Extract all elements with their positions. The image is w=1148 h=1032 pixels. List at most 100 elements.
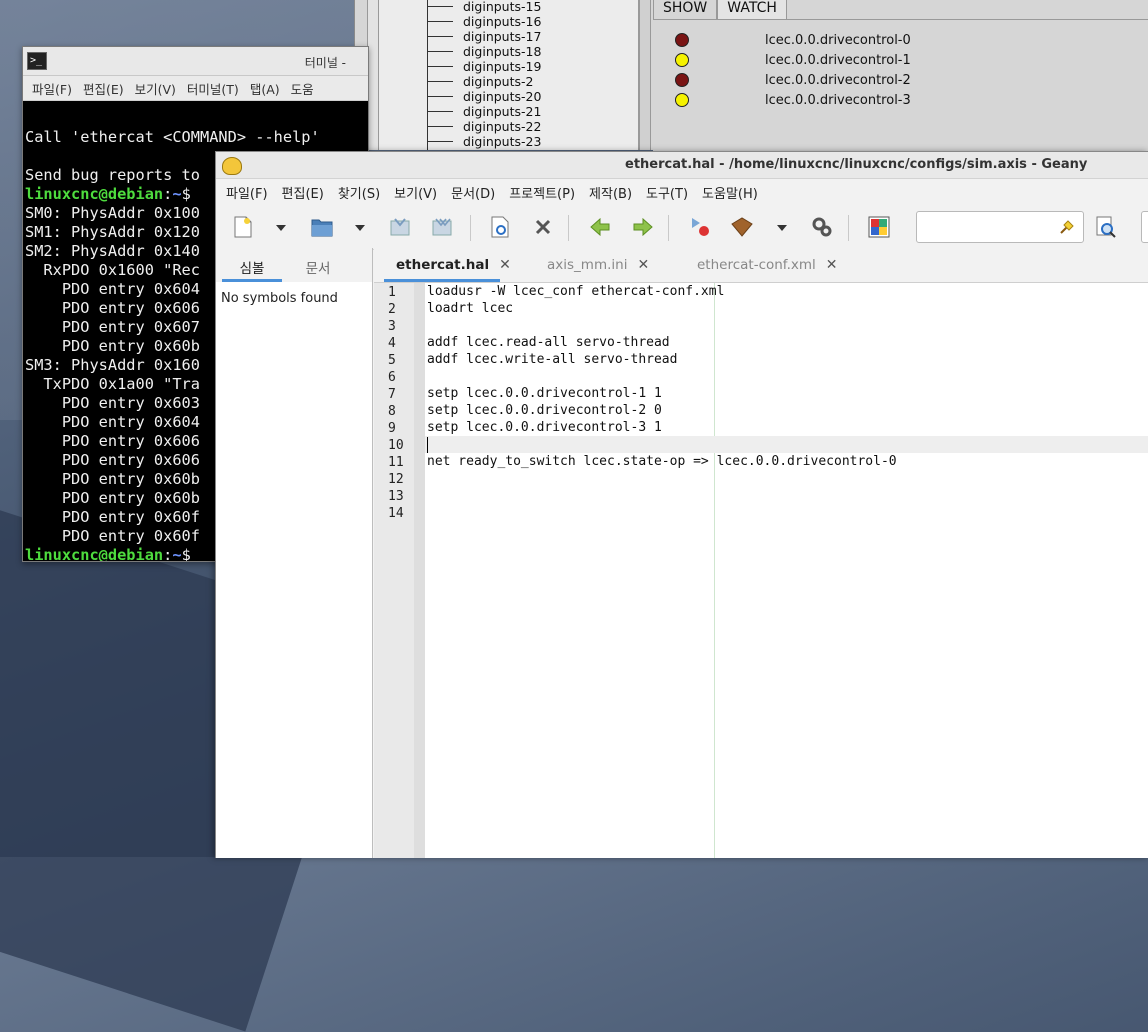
- save-all-icon[interactable]: [430, 216, 454, 238]
- menu-terminal[interactable]: 터미널(T): [187, 79, 239, 98]
- close-tab-icon[interactable]: ✕: [499, 257, 511, 273]
- tree-item[interactable]: diginputs-21: [427, 104, 541, 119]
- halshow-window: diginputs-15 diginputs-16 diginputs-17 digi…: [354, 0, 1148, 151]
- geany-menubar: 파일(F) 편집(E) 찾기(S) 보기(V) 문서(D) 프로젝트(P) 제작…: [216, 179, 1148, 205]
- tree-item[interactable]: diginputs-15: [427, 0, 541, 14]
- long-line-marker: [714, 283, 715, 858]
- code-line: addf lcec.write-all servo-thread: [427, 352, 678, 367]
- find-icon[interactable]: [1094, 216, 1118, 238]
- pane-splitter[interactable]: [639, 0, 651, 150]
- toolbar-separator: [568, 215, 569, 241]
- tree-branch-line: [427, 126, 453, 127]
- menu-project[interactable]: 프로젝트(P): [509, 183, 575, 202]
- menu-help[interactable]: 도움: [291, 79, 314, 98]
- code-editor[interactable]: 1 2 3 4 5 6 7 8 9 10 11 12 13 14 loadusr -W lcec_conf …: [374, 283, 1148, 858]
- menu-tools[interactable]: 도구(T): [646, 183, 688, 202]
- geany-titlebar[interactable]: ethercat.hal - /home/linuxcnc/linuxcnc/c…: [216, 152, 1148, 179]
- tree-item-label: diginputs-18: [463, 44, 542, 59]
- tab-label: axis_mm.ini: [547, 257, 628, 273]
- tree-item[interactable]: diginputs-2: [427, 74, 533, 89]
- menu-build[interactable]: 제작(B): [589, 183, 632, 202]
- line-number: 8: [388, 404, 396, 419]
- menu-help[interactable]: 도움말(H): [702, 183, 758, 202]
- prompt-path: ~: [172, 185, 182, 203]
- close-file-icon[interactable]: [531, 216, 555, 238]
- watch-pin-name: lcec.0.0.drivecontrol-3: [765, 92, 911, 108]
- menu-tabs[interactable]: 탭(A): [250, 79, 280, 98]
- build-dropdown-icon[interactable]: [777, 225, 787, 231]
- code-line: loadusr -W lcec_conf ethercat-conf.xml: [427, 284, 725, 299]
- status-led-icon: [675, 33, 689, 47]
- open-file-icon[interactable]: [310, 216, 334, 238]
- current-line-highlight: [425, 436, 1148, 453]
- tab-show[interactable]: SHOW: [653, 0, 718, 20]
- tree-item[interactable]: diginputs-17: [427, 29, 541, 44]
- menu-file[interactable]: 파일(F): [226, 183, 268, 202]
- menu-file[interactable]: 파일(F): [32, 79, 72, 98]
- menu-view[interactable]: 보기(V): [135, 79, 176, 98]
- build-icon[interactable]: [730, 216, 754, 238]
- text-caret: [427, 437, 428, 453]
- code-line: setp lcec.0.0.drivecontrol-1 1: [427, 386, 662, 401]
- save-icon[interactable]: [388, 216, 412, 238]
- tree-branch-line: [427, 141, 453, 142]
- line-number: 14: [388, 506, 404, 521]
- close-tab-icon[interactable]: ✕: [826, 257, 838, 273]
- line-number: 2: [388, 302, 396, 317]
- watch-row[interactable]: lcec.0.0.drivecontrol-1: [675, 50, 911, 70]
- prompt-separator: :: [163, 546, 173, 562]
- navigate-forward-icon[interactable]: [631, 216, 655, 238]
- watch-row[interactable]: lcec.0.0.drivecontrol-2: [675, 70, 911, 90]
- tab-axis-mm-ini[interactable]: axis_mm.ini ✕: [547, 248, 649, 282]
- menu-search[interactable]: 찾기(S): [338, 183, 380, 202]
- clear-search-icon[interactable]: [1059, 219, 1075, 235]
- toolbar-separator: [848, 215, 849, 241]
- color-chooser-icon[interactable]: [867, 216, 891, 238]
- watch-pin-name: lcec.0.0.drivecontrol-1: [765, 52, 911, 68]
- tab-ethercat-conf-xml[interactable]: ethercat-conf.xml ✕: [697, 248, 838, 282]
- tab-symbols[interactable]: 심볼: [222, 248, 282, 282]
- navigate-back-icon[interactable]: [588, 216, 612, 238]
- goto-line-input[interactable]: [1141, 211, 1148, 243]
- new-file-icon[interactable]: [231, 216, 255, 238]
- window-title: ethercat.hal - /home/linuxcnc/linuxcnc/c…: [625, 157, 1088, 172]
- active-tab-indicator: [384, 279, 500, 282]
- status-led-icon: [675, 93, 689, 107]
- tab-documents[interactable]: 문서: [282, 248, 354, 282]
- terminal-titlebar[interactable]: >_ 터미널 -: [23, 47, 368, 76]
- tree-item[interactable]: diginputs-20: [427, 89, 541, 104]
- tree-item[interactable]: diginputs-22: [427, 119, 541, 134]
- tree-item[interactable]: diginputs-23: [427, 134, 541, 149]
- tree-item[interactable]: diginputs-16: [427, 14, 541, 29]
- prompt-user: linuxcnc@debian: [25, 546, 164, 562]
- tree-branch-line: [427, 96, 453, 97]
- menu-document[interactable]: 문서(D): [451, 183, 495, 202]
- tree-item-label: diginputs-2: [463, 74, 534, 89]
- tab-watch[interactable]: WATCH: [717, 0, 787, 20]
- tab-ethercat-hal[interactable]: ethercat.hal ✕: [396, 248, 511, 282]
- execute-icon[interactable]: [810, 216, 834, 238]
- watch-row[interactable]: lcec.0.0.drivecontrol-0: [675, 30, 911, 50]
- compile-icon[interactable]: [688, 216, 712, 238]
- status-led-icon: [675, 73, 689, 87]
- line-number: 1: [388, 285, 396, 300]
- line-number: 5: [388, 353, 396, 368]
- tree-item[interactable]: diginputs-19: [427, 59, 541, 74]
- close-tab-icon[interactable]: ✕: [637, 257, 649, 273]
- terminal-menubar: 파일(F) 편집(E) 보기(V) 터미널(T) 탭(A) 도움: [23, 76, 368, 101]
- menu-view[interactable]: 보기(V): [394, 183, 437, 202]
- new-file-dropdown-icon[interactable]: [276, 225, 286, 231]
- watch-row[interactable]: lcec.0.0.drivecontrol-3: [675, 90, 911, 110]
- tree-item-label: diginputs-23: [463, 134, 542, 149]
- menu-edit[interactable]: 편집(E): [282, 183, 324, 202]
- line-number: 13: [388, 489, 404, 504]
- menu-edit[interactable]: 편집(E): [83, 79, 124, 98]
- halshow-right-panel: SHOW WATCH lcec.0.0.drivecontrol-0 lcec.0…: [651, 0, 1148, 151]
- reload-icon[interactable]: [488, 216, 512, 238]
- tree-item[interactable]: diginputs-18: [427, 44, 541, 59]
- code-line: setp lcec.0.0.drivecontrol-3 1: [427, 420, 662, 435]
- terminal-title: 터미널 -: [304, 56, 346, 70]
- open-file-dropdown-icon[interactable]: [355, 225, 365, 231]
- editor-tabs: ethercat.hal ✕ axis_mm.ini ✕ ethercat-conf…: [374, 248, 1148, 283]
